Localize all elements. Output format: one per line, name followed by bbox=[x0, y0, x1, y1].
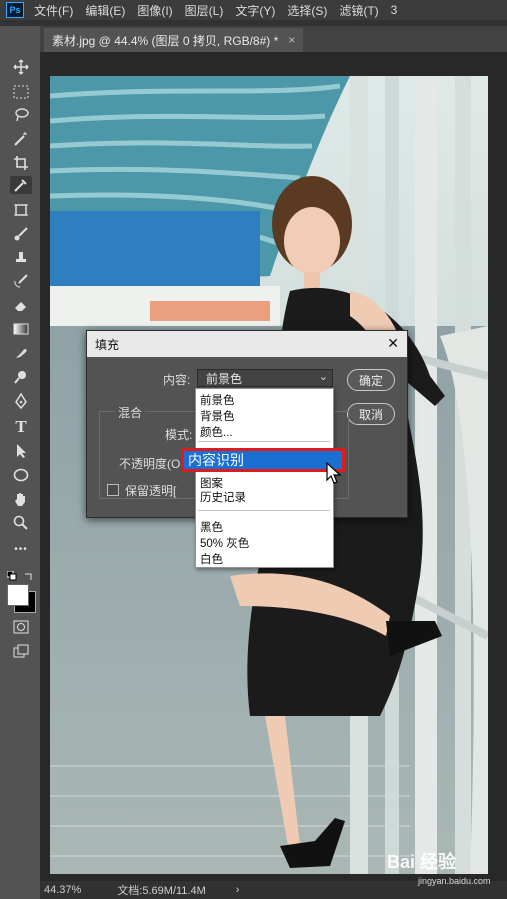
stamp-tool-icon[interactable] bbox=[10, 248, 32, 266]
document-tab-bar: 素材.jpg @ 44.4% (图层 0 拷贝, RGB/8#) * × bbox=[40, 26, 507, 52]
content-select-value: 前景色 bbox=[206, 371, 243, 386]
photoshop-logo: Ps bbox=[6, 2, 24, 18]
document-tab[interactable]: 素材.jpg @ 44.4% (图层 0 拷贝, RGB/8#) * × bbox=[44, 28, 304, 52]
crop-tool-icon[interactable] bbox=[10, 154, 32, 172]
brush-tool-icon[interactable] bbox=[10, 225, 32, 243]
preserve-transparency-checkbox[interactable] bbox=[107, 484, 119, 496]
type-tool-icon[interactable]: T bbox=[10, 417, 32, 436]
menu-type[interactable]: 文字(Y) bbox=[235, 2, 275, 19]
dialog-title: 填充 bbox=[95, 337, 120, 352]
quick-mask-icon[interactable] bbox=[10, 618, 32, 636]
more-tools-icon[interactable]: ••• bbox=[10, 540, 32, 558]
blend-group-label: 混合 bbox=[115, 404, 146, 421]
status-menu-arrow-icon[interactable]: › bbox=[236, 884, 240, 896]
dialog-titlebar[interactable]: 填充 ✕ bbox=[87, 331, 407, 357]
content-select[interactable]: 前景色 ⌄ bbox=[197, 369, 333, 387]
dropdown-item-background[interactable]: 背景色 bbox=[200, 408, 235, 424]
mouse-pointer-icon bbox=[326, 461, 344, 491]
history-brush-icon[interactable] bbox=[10, 272, 32, 290]
menu-bar: Ps 文件(F) 编辑(E) 图像(I) 图层(L) 文字(Y) 选择(S) 滤… bbox=[0, 0, 507, 20]
dodge-icon[interactable] bbox=[10, 368, 32, 386]
menu-file[interactable]: 文件(F) bbox=[34, 2, 73, 19]
menu-image[interactable]: 图像(I) bbox=[137, 2, 172, 19]
dropdown-item-history[interactable]: 历史记录 bbox=[200, 489, 246, 505]
dropdown-item-content-aware[interactable]: 内容识别 bbox=[181, 448, 345, 472]
magic-wand-icon[interactable] bbox=[10, 130, 32, 148]
zoom-level[interactable]: 44.37% bbox=[44, 884, 81, 896]
path-select-icon[interactable] bbox=[10, 442, 32, 460]
mode-label: 模式: bbox=[165, 428, 193, 442]
content-aware-label: 内容识别 bbox=[188, 452, 244, 468]
chevron-down-icon: ⌄ bbox=[318, 371, 328, 383]
eraser-icon[interactable] bbox=[10, 296, 32, 314]
ok-button[interactable]: 确定 bbox=[347, 369, 395, 391]
close-icon[interactable]: ✕ bbox=[387, 335, 399, 352]
opacity-label: 不透明度(O bbox=[119, 457, 181, 471]
cancel-button[interactable]: 取消 bbox=[347, 403, 395, 425]
eyedropper-icon[interactable] bbox=[10, 176, 32, 194]
tools-panel: T ••• bbox=[0, 26, 41, 899]
menu-filter[interactable]: 滤镜(T) bbox=[339, 2, 378, 19]
pen-tool-icon[interactable] bbox=[10, 392, 32, 410]
menu-edit[interactable]: 编辑(E) bbox=[85, 2, 125, 19]
content-dropdown-list: 前景色 背景色 颜色... 图案 历史记录 黑色 50% 灰色 白色 bbox=[195, 388, 334, 568]
foreground-color-swatch[interactable] bbox=[7, 584, 29, 606]
menu-3d[interactable]: 3 bbox=[391, 3, 398, 17]
baidu-watermark-url: jingyan.baidu.com bbox=[418, 876, 491, 886]
hand-tool-icon[interactable] bbox=[10, 490, 32, 508]
document-info: 文档:5.69M/11.4M bbox=[117, 885, 206, 897]
lasso-tool-icon[interactable] bbox=[10, 106, 32, 124]
screen-mode-icon[interactable] bbox=[10, 642, 32, 660]
menu-select[interactable]: 选择(S) bbox=[287, 2, 327, 19]
dropdown-separator bbox=[198, 441, 330, 442]
move-tool-icon[interactable] bbox=[10, 58, 32, 76]
smudge-icon[interactable] bbox=[10, 344, 32, 362]
dropdown-item-white[interactable]: 白色 bbox=[200, 551, 223, 567]
content-label: 内容: bbox=[163, 373, 191, 387]
zoom-tool-icon[interactable] bbox=[10, 514, 32, 532]
frame-tool-icon[interactable] bbox=[10, 201, 32, 219]
ellipse-tool-icon[interactable] bbox=[10, 466, 32, 484]
gradient-icon[interactable] bbox=[10, 320, 32, 338]
dropdown-separator bbox=[198, 510, 330, 511]
close-tab-icon[interactable]: × bbox=[288, 33, 295, 47]
dropdown-item-black[interactable]: 黑色 bbox=[200, 519, 223, 535]
dropdown-item-color[interactable]: 颜色... bbox=[200, 424, 233, 440]
dropdown-item-50-gray[interactable]: 50% 灰色 bbox=[200, 535, 249, 551]
preserve-transparency-label: 保留透明[ bbox=[125, 484, 177, 498]
baidu-watermark: Bai 经验 bbox=[387, 852, 457, 872]
marquee-tool-icon[interactable] bbox=[10, 83, 32, 101]
dropdown-item-foreground[interactable]: 前景色 bbox=[200, 392, 235, 408]
menu-layer[interactable]: 图层(L) bbox=[185, 2, 224, 19]
document-tab-title: 素材.jpg @ 44.4% (图层 0 拷贝, RGB/8#) * bbox=[52, 33, 279, 48]
